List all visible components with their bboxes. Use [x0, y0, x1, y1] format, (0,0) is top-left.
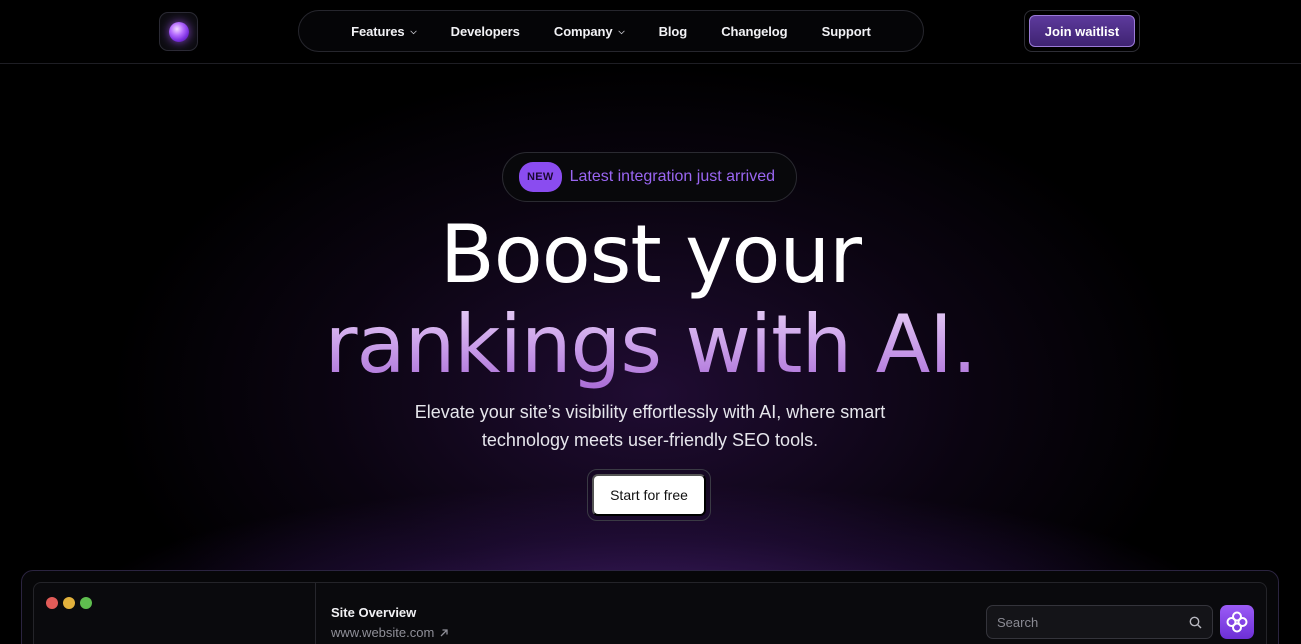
- search-icon[interactable]: [1189, 616, 1202, 629]
- preview-sidebar: [34, 583, 316, 644]
- nav-item-label: Changelog: [721, 23, 788, 39]
- nav-item-changelog[interactable]: Changelog: [721, 24, 787, 39]
- orb-logo-icon: [168, 21, 189, 42]
- announcement-text: Latest integration just arrived: [569, 168, 776, 185]
- nav-item-label: Developers: [450, 23, 520, 39]
- window-maximize-dot[interactable]: [80, 597, 92, 609]
- nav-item-label: Support: [821, 23, 871, 39]
- subtitle-line-2: technology meets user-friendly SEO tools…: [481, 430, 819, 450]
- new-badge: NEW: [519, 162, 562, 192]
- nav-item-company[interactable]: Company ⌵: [554, 24, 625, 39]
- site-url-text: www.website.com: [331, 625, 435, 640]
- preview-search-box: [986, 605, 1213, 639]
- window-minimize-dot[interactable]: [63, 597, 75, 609]
- nav-item-support[interactable]: Support: [822, 24, 871, 39]
- nav-item-features[interactable]: Features ⌵: [351, 24, 416, 39]
- flower-logo-icon: [1226, 611, 1248, 633]
- brand-tile-button[interactable]: [1220, 605, 1254, 639]
- chevron-down-icon: ⌵: [618, 26, 625, 36]
- app-preview-window: Site Overview www.website.com: [33, 582, 1267, 644]
- site-url-link[interactable]: www.website.com: [331, 625, 449, 640]
- main-nav: Features ⌵ Developers Company ⌵ Blog Cha…: [298, 10, 924, 52]
- subtitle-line-1: Elevate your site’s visibility effortles…: [414, 402, 886, 422]
- external-link-icon: [440, 628, 448, 636]
- nav-item-label: Features: [351, 23, 405, 39]
- announcement-pill[interactable]: NEW Latest integration just arrived: [502, 152, 797, 202]
- start-free-frame: Start for free: [587, 469, 711, 521]
- window-close-dot[interactable]: [46, 597, 58, 609]
- headline-line-2: rankings with AI.: [0, 300, 1301, 390]
- start-for-free-button[interactable]: Start for free: [592, 474, 706, 516]
- headline-line-1: Boost your: [439, 208, 862, 301]
- join-waitlist-frame: Join waitlist: [1024, 10, 1140, 52]
- nav-item-developers[interactable]: Developers: [451, 24, 520, 39]
- chevron-down-icon: ⌵: [410, 26, 417, 36]
- hero-subtitle: Elevate your site’s visibility effortles…: [350, 398, 950, 454]
- nav-item-label: Company: [553, 23, 613, 39]
- site-overview-title: Site Overview: [331, 605, 417, 620]
- nav-item-blog[interactable]: Blog: [658, 23, 688, 39]
- nav-item-label: Blog: [658, 23, 688, 39]
- search-input[interactable]: [997, 614, 1167, 630]
- join-waitlist-button[interactable]: Join waitlist: [1029, 15, 1135, 47]
- home-logo[interactable]: [159, 12, 198, 51]
- top-navbar: Features ⌵ Developers Company ⌵ Blog Cha…: [0, 0, 1301, 64]
- hero-headline: Boost your rankings with AI.: [0, 210, 1301, 390]
